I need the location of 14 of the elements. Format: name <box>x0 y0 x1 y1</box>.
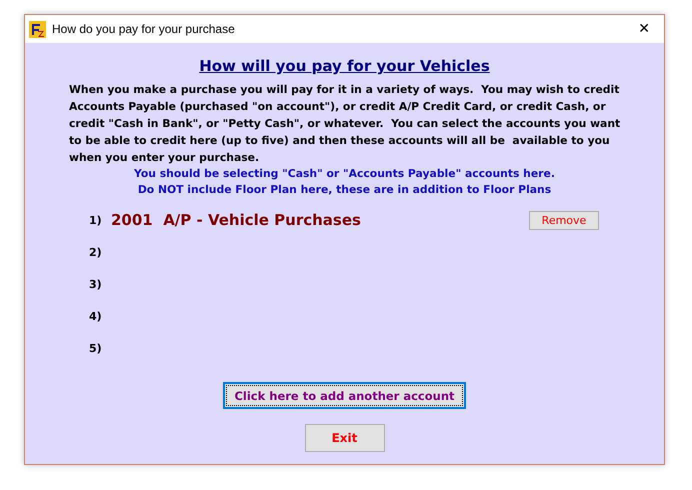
heading: How will you pay for your Vehicles <box>199 57 490 75</box>
note-text: You should be selecting "Cash" or "Accounts Payable" accounts here. <box>134 166 555 182</box>
row-number: 5) <box>89 342 103 354</box>
intro-paragraph: When you make a purchase you will pay for it in a variety of ways. You may wish to credit Accounts Payable (purchased "on account"), or credit A/P Credit Card, or credit Cash, or credit "Cash in Bank", or "Petty Cash", or whatever. You can select the accounts you want to be able to credit here (up to five) and then these accounts will all be available to you when you enter your purchase. <box>69 82 622 166</box>
app-logo-icon <box>29 20 46 38</box>
add-account-button[interactable]: Click here to add another account <box>223 382 466 409</box>
note-text: Do NOT include Floor Plan here, these are in addition to Floor Plans <box>138 182 552 198</box>
row-number: 2) <box>89 246 103 258</box>
row-number: 3) <box>89 278 103 290</box>
close-button[interactable]: ✕ <box>630 21 658 37</box>
account-name: 2001 A/P - Vehicle Purchases <box>111 211 361 229</box>
row-number: 4) <box>89 310 103 322</box>
row-number: 1) <box>89 214 103 226</box>
window-title: How do you pay for your purchase <box>52 22 236 36</box>
